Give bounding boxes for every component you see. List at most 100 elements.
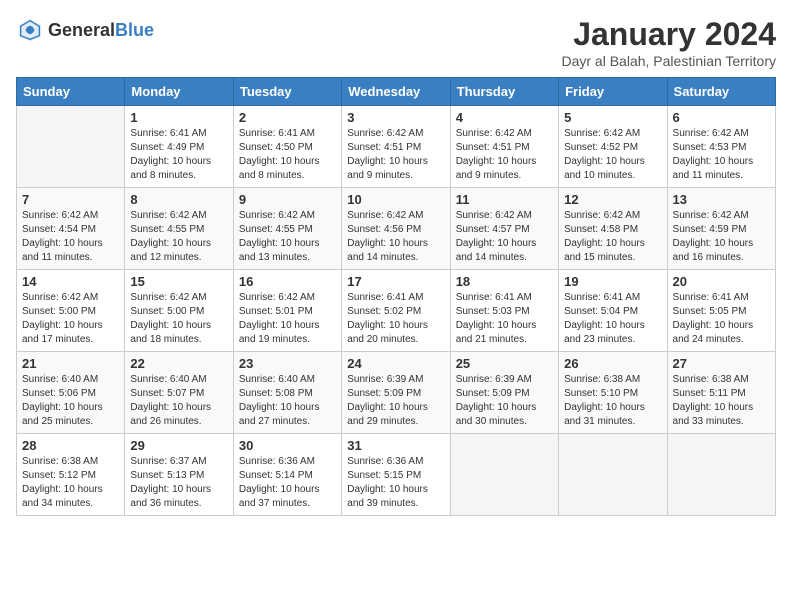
calendar-cell: 6 Sunrise: 6:42 AM Sunset: 4:53 PM Daylig…	[667, 106, 775, 188]
logo-text-blue: Blue	[115, 20, 154, 41]
day-number: 18	[456, 274, 553, 289]
calendar-cell: 17Sunrise: 6:41 AM Sunset: 5:02 PM Dayli…	[342, 270, 450, 352]
day-number: 1	[130, 110, 227, 125]
day-info: Sunrise: 6:42 AM Sunset: 4:51 PM Dayligh…	[456, 127, 553, 183]
day-info: Sunrise: 6:38 AM Sunset: 5:10 PM Dayligh…	[564, 373, 661, 429]
weekday-header: Saturday	[667, 78, 775, 106]
logo: General Blue	[16, 16, 154, 44]
day-info: Sunrise: 6:36 AM Sunset: 5:15 PM Dayligh…	[347, 455, 444, 511]
day-info: Sunrise: 6:38 AM Sunset: 5:11 PM Dayligh…	[673, 373, 770, 429]
month-title: January 2024	[561, 16, 776, 53]
day-info: Sunrise: 6:42 AM Sunset: 5:00 PM Dayligh…	[22, 291, 119, 347]
day-number: 29	[130, 438, 227, 453]
calendar-cell: 3 Sunrise: 6:42 AM Sunset: 4:51 PM Daylig…	[342, 106, 450, 188]
day-info: Sunrise: 6:36 AM Sunset: 5:14 PM Dayligh…	[239, 455, 336, 511]
day-info: Sunrise: 6:42 AM Sunset: 4:51 PM Dayligh…	[347, 127, 444, 183]
weekday-header-row: SundayMondayTuesdayWednesdayThursdayFrid…	[17, 78, 776, 106]
day-info: Sunrise: 6:38 AM Sunset: 5:12 PM Dayligh…	[22, 455, 119, 511]
calendar-week-row: 1 Sunrise: 6:41 AM Sunset: 4:49 PM Daylig…	[17, 106, 776, 188]
day-number: 31	[347, 438, 444, 453]
day-number: 22	[130, 356, 227, 371]
day-number: 10	[347, 192, 444, 207]
logo-text-general: General	[48, 20, 115, 41]
day-info: Sunrise: 6:41 AM Sunset: 5:02 PM Dayligh…	[347, 291, 444, 347]
day-number: 4	[456, 110, 553, 125]
weekday-header: Friday	[559, 78, 667, 106]
day-number: 24	[347, 356, 444, 371]
calendar-cell	[17, 106, 125, 188]
day-number: 2	[239, 110, 336, 125]
day-number: 3	[347, 110, 444, 125]
calendar-cell: 10 Sunrise: 6:42 AM Sunset: 4:56 PM Dayli…	[342, 188, 450, 270]
calendar-cell: 16Sunrise: 6:42 AM Sunset: 5:01 PM Dayli…	[233, 270, 341, 352]
calendar-cell: 24Sunrise: 6:39 AM Sunset: 5:09 PM Dayli…	[342, 352, 450, 434]
calendar-cell: 4 Sunrise: 6:42 AM Sunset: 4:51 PM Daylig…	[450, 106, 558, 188]
day-info: Sunrise: 6:41 AM Sunset: 5:05 PM Dayligh…	[673, 291, 770, 347]
title-block: January 2024 Dayr al Balah, Palestinian …	[561, 16, 776, 69]
calendar-cell: 31 Sunrise: 6:36 AM Sunset: 5:15 PM Dayli…	[342, 434, 450, 516]
day-info: Sunrise: 6:42 AM Sunset: 4:52 PM Dayligh…	[564, 127, 661, 183]
logo-icon	[16, 16, 44, 44]
day-number: 7	[22, 192, 119, 207]
calendar-cell: 13Sunrise: 6:42 AM Sunset: 4:59 PM Dayli…	[667, 188, 775, 270]
location: Dayr al Balah, Palestinian Territory	[561, 53, 776, 69]
calendar-cell: 21 Sunrise: 6:40 AM Sunset: 5:06 PM Dayli…	[17, 352, 125, 434]
calendar-cell: 26 Sunrise: 6:38 AM Sunset: 5:10 PM Dayli…	[559, 352, 667, 434]
day-number: 27	[673, 356, 770, 371]
calendar-week-row: 7 Sunrise: 6:42 AM Sunset: 4:54 PM Daylig…	[17, 188, 776, 270]
day-info: Sunrise: 6:41 AM Sunset: 4:49 PM Dayligh…	[130, 127, 227, 183]
day-info: Sunrise: 6:40 AM Sunset: 5:07 PM Dayligh…	[130, 373, 227, 429]
day-info: Sunrise: 6:42 AM Sunset: 5:01 PM Dayligh…	[239, 291, 336, 347]
calendar-week-row: 28 Sunrise: 6:38 AM Sunset: 5:12 PM Dayli…	[17, 434, 776, 516]
day-number: 30	[239, 438, 336, 453]
calendar-cell: 14 Sunrise: 6:42 AM Sunset: 5:00 PM Dayli…	[17, 270, 125, 352]
page-header: General Blue January 2024 Dayr al Balah,…	[16, 16, 776, 69]
day-info: Sunrise: 6:42 AM Sunset: 4:53 PM Dayligh…	[673, 127, 770, 183]
day-info: Sunrise: 6:42 AM Sunset: 4:56 PM Dayligh…	[347, 209, 444, 265]
calendar-week-row: 14 Sunrise: 6:42 AM Sunset: 5:00 PM Dayli…	[17, 270, 776, 352]
calendar-cell: 1 Sunrise: 6:41 AM Sunset: 4:49 PM Daylig…	[125, 106, 233, 188]
day-info: Sunrise: 6:42 AM Sunset: 4:55 PM Dayligh…	[239, 209, 336, 265]
calendar-cell: 18 Sunrise: 6:41 AM Sunset: 5:03 PM Dayli…	[450, 270, 558, 352]
calendar-cell: 23Sunrise: 6:40 AM Sunset: 5:08 PM Dayli…	[233, 352, 341, 434]
calendar-cell: 2 Sunrise: 6:41 AM Sunset: 4:50 PM Daylig…	[233, 106, 341, 188]
calendar-week-row: 21 Sunrise: 6:40 AM Sunset: 5:06 PM Dayli…	[17, 352, 776, 434]
calendar-cell: 9 Sunrise: 6:42 AM Sunset: 4:55 PM Daylig…	[233, 188, 341, 270]
day-number: 15	[130, 274, 227, 289]
day-info: Sunrise: 6:40 AM Sunset: 5:06 PM Dayligh…	[22, 373, 119, 429]
day-info: Sunrise: 6:37 AM Sunset: 5:13 PM Dayligh…	[130, 455, 227, 511]
calendar-cell: 8 Sunrise: 6:42 AM Sunset: 4:55 PM Daylig…	[125, 188, 233, 270]
day-info: Sunrise: 6:42 AM Sunset: 4:55 PM Dayligh…	[130, 209, 227, 265]
day-number: 13	[673, 192, 770, 207]
calendar-cell: 22 Sunrise: 6:40 AM Sunset: 5:07 PM Dayli…	[125, 352, 233, 434]
day-number: 14	[22, 274, 119, 289]
day-number: 11	[456, 192, 553, 207]
day-info: Sunrise: 6:39 AM Sunset: 5:09 PM Dayligh…	[456, 373, 553, 429]
day-info: Sunrise: 6:42 AM Sunset: 4:57 PM Dayligh…	[456, 209, 553, 265]
day-info: Sunrise: 6:41 AM Sunset: 4:50 PM Dayligh…	[239, 127, 336, 183]
day-number: 23	[239, 356, 336, 371]
day-info: Sunrise: 6:42 AM Sunset: 5:00 PM Dayligh…	[130, 291, 227, 347]
calendar-cell: 25 Sunrise: 6:39 AM Sunset: 5:09 PM Dayli…	[450, 352, 558, 434]
calendar-cell: 7 Sunrise: 6:42 AM Sunset: 4:54 PM Daylig…	[17, 188, 125, 270]
day-number: 12	[564, 192, 661, 207]
day-number: 6	[673, 110, 770, 125]
calendar-cell: 29 Sunrise: 6:37 AM Sunset: 5:13 PM Dayli…	[125, 434, 233, 516]
calendar-cell: 30 Sunrise: 6:36 AM Sunset: 5:14 PM Dayli…	[233, 434, 341, 516]
day-number: 26	[564, 356, 661, 371]
calendar-cell: 5Sunrise: 6:42 AM Sunset: 4:52 PM Daylig…	[559, 106, 667, 188]
day-number: 28	[22, 438, 119, 453]
day-number: 25	[456, 356, 553, 371]
calendar-cell: 20Sunrise: 6:41 AM Sunset: 5:05 PM Dayli…	[667, 270, 775, 352]
weekday-header: Monday	[125, 78, 233, 106]
day-info: Sunrise: 6:41 AM Sunset: 5:03 PM Dayligh…	[456, 291, 553, 347]
day-info: Sunrise: 6:42 AM Sunset: 4:54 PM Dayligh…	[22, 209, 119, 265]
calendar-cell	[559, 434, 667, 516]
day-number: 8	[130, 192, 227, 207]
day-info: Sunrise: 6:42 AM Sunset: 4:58 PM Dayligh…	[564, 209, 661, 265]
calendar-table: SundayMondayTuesdayWednesdayThursdayFrid…	[16, 77, 776, 516]
day-number: 19	[564, 274, 661, 289]
weekday-header: Thursday	[450, 78, 558, 106]
day-number: 9	[239, 192, 336, 207]
day-number: 21	[22, 356, 119, 371]
